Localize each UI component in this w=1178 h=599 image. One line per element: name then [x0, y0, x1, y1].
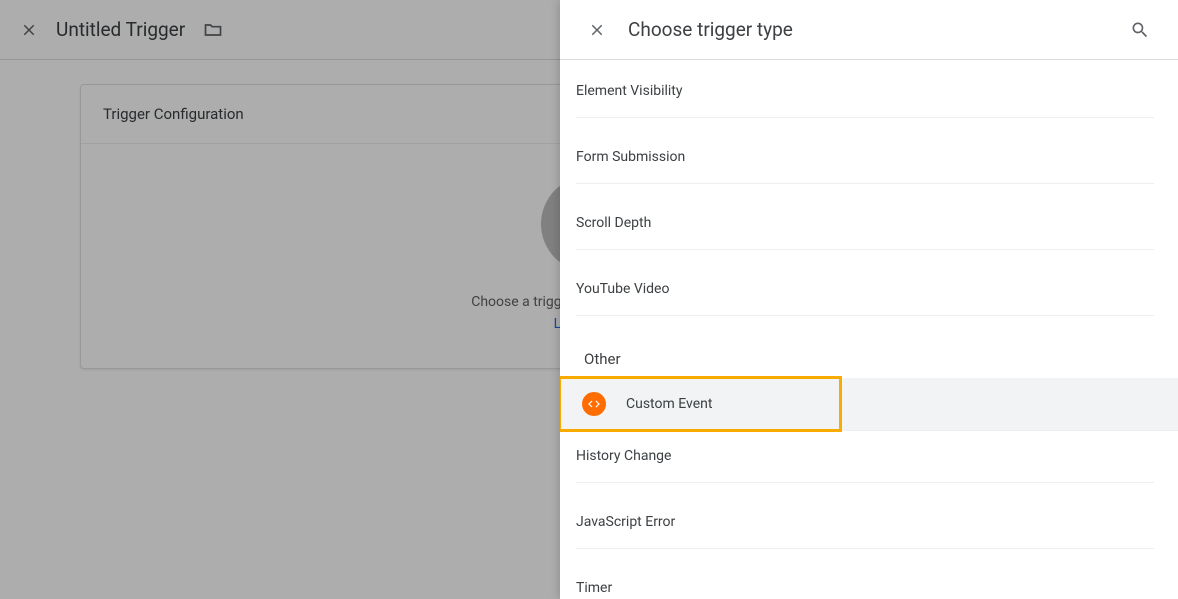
trigger-item-javascript-error[interactable]: JavaScript Error: [560, 497, 1178, 563]
trigger-list-other: Custom Event History Change JavaScript E…: [560, 378, 1178, 599]
trigger-label: Form Submission: [576, 149, 685, 165]
trigger-item-timer[interactable]: Timer: [560, 563, 1178, 599]
trigger-label: History Change: [576, 448, 671, 464]
trigger-item-element-visibility[interactable]: Element Visibility: [560, 66, 1178, 132]
trigger-list-top: Element Visibility Form Submission Scrol…: [560, 66, 1178, 330]
trigger-item-form-submission[interactable]: Form Submission: [560, 132, 1178, 198]
section-other: Other: [560, 330, 1178, 378]
trigger-label: YouTube Video: [576, 281, 669, 297]
close-icon[interactable]: [588, 21, 606, 39]
panel-title: Choose trigger type: [628, 18, 1108, 41]
search-icon[interactable]: [1130, 20, 1150, 40]
code-icon: [582, 392, 606, 416]
trigger-item-youtube-video[interactable]: YouTube Video: [560, 264, 1178, 330]
trigger-label: Timer: [576, 580, 612, 596]
trigger-item-history-change[interactable]: History Change: [560, 431, 1178, 497]
trigger-item-custom-event[interactable]: Custom Event: [560, 378, 840, 430]
trigger-label: JavaScript Error: [576, 514, 675, 530]
trigger-label: Custom Event: [626, 396, 712, 412]
trigger-type-panel: Choose trigger type Element Visibility F…: [560, 0, 1178, 599]
trigger-label: Element Visibility: [576, 83, 683, 99]
trigger-item-scroll-depth[interactable]: Scroll Depth: [560, 198, 1178, 264]
trigger-label: Scroll Depth: [576, 215, 651, 231]
